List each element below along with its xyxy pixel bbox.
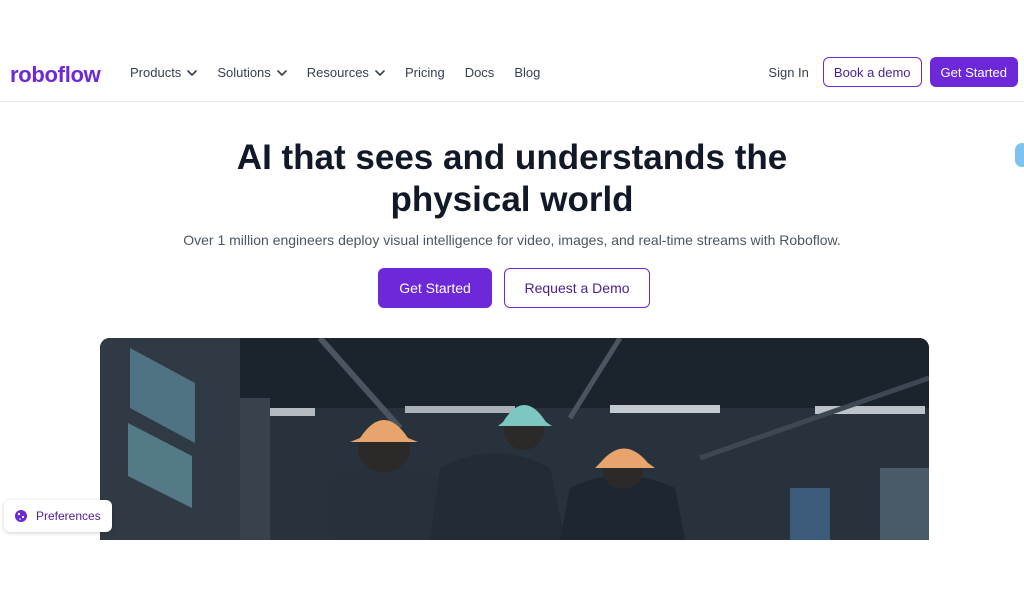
hero-cta-row: Get Started Request a Demo xyxy=(378,268,650,308)
preferences-label: Preferences xyxy=(36,509,101,523)
top-navigation: roboflow Products Solutions Resources Pr… xyxy=(0,48,1024,102)
book-demo-button[interactable]: Book a demo xyxy=(822,57,922,87)
sign-in-link[interactable]: Sign In xyxy=(768,65,808,80)
get-started-button[interactable]: Get Started xyxy=(929,57,1018,87)
nav-docs-label: Docs xyxy=(464,65,495,80)
hero-title-line-2: physical world xyxy=(390,180,634,219)
request-demo-button[interactable]: Request a Demo xyxy=(504,268,650,308)
roboflow-logo[interactable]: roboflow xyxy=(10,62,101,88)
header-actions: Sign In Book a demo Get Started xyxy=(768,57,1018,87)
nav-products[interactable]: Products xyxy=(130,65,198,80)
nav-blog-label: Blog xyxy=(514,65,541,80)
nav-solutions[interactable]: Solutions xyxy=(217,65,287,80)
preferences-button[interactable]: Preferences xyxy=(4,500,112,532)
nav-pricing[interactable]: Pricing xyxy=(405,65,445,80)
hero-title-line-1: AI that sees and understands the xyxy=(236,138,788,177)
chevron-down-icon xyxy=(375,69,385,76)
main-nav: Products Solutions Resources Pricing Doc… xyxy=(130,65,540,80)
nav-solutions-label: Solutions xyxy=(217,65,271,80)
hero-get-started-button[interactable]: Get Started xyxy=(378,268,492,308)
nav-docs[interactable]: Docs xyxy=(465,65,495,80)
nav-blog[interactable]: Blog xyxy=(514,65,540,80)
hero-subtitle: Over 1 million engineers deploy visual i… xyxy=(183,232,841,248)
cookie-icon xyxy=(15,510,27,522)
nav-products-label: Products xyxy=(130,65,182,80)
hero-video[interactable] xyxy=(100,338,929,540)
nav-pricing-label: Pricing xyxy=(404,65,445,80)
hero-title: AI that sees and understands the physica… xyxy=(0,137,1024,221)
nav-resources[interactable]: Resources xyxy=(307,65,385,80)
nav-resources-label: Resources xyxy=(306,65,369,80)
factory-workers-scene xyxy=(100,338,929,540)
chevron-down-icon xyxy=(187,69,198,76)
side-widget[interactable] xyxy=(1015,143,1024,167)
chevron-down-icon xyxy=(276,69,287,76)
